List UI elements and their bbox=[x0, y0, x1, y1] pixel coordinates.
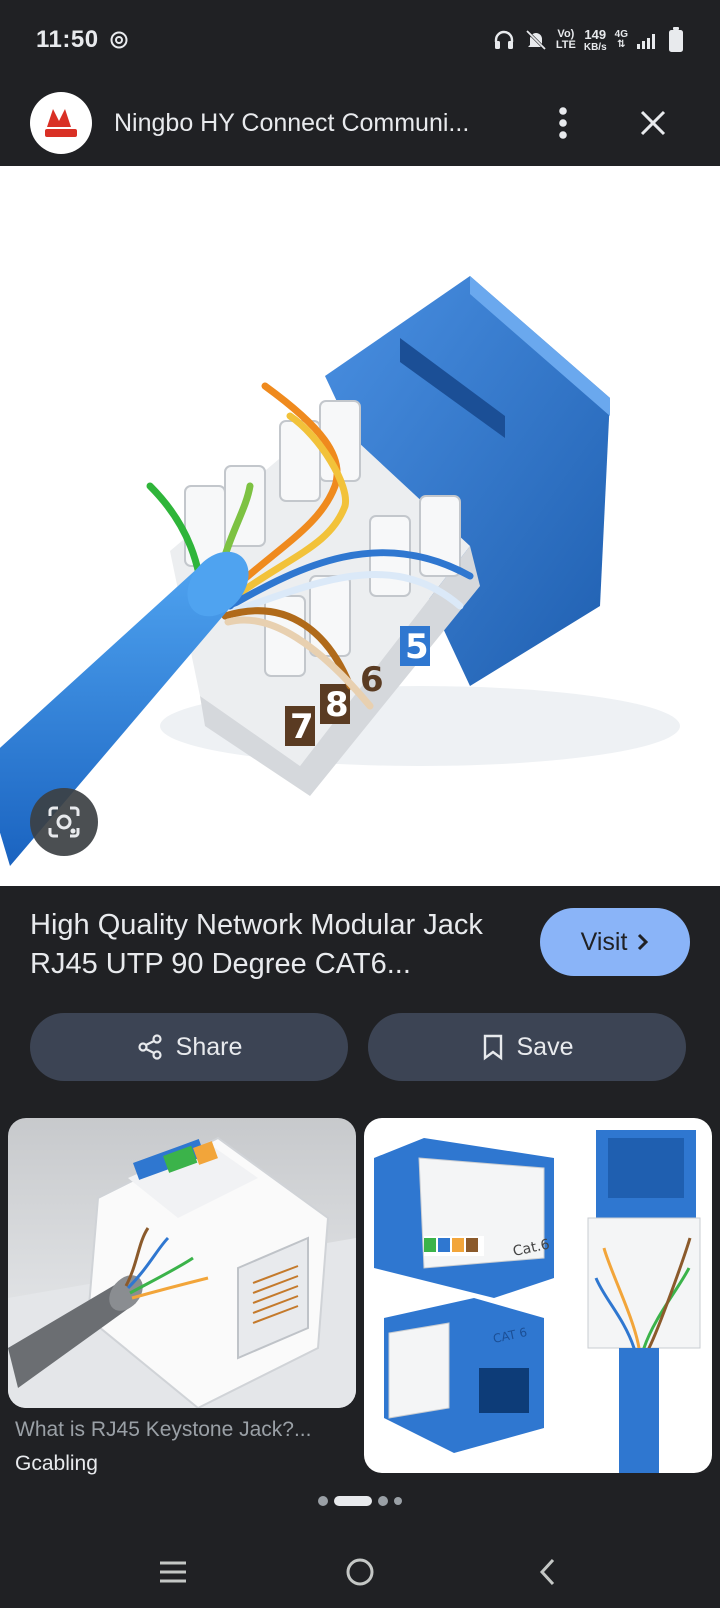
signal-icon bbox=[637, 34, 655, 49]
home-button[interactable] bbox=[330, 1542, 390, 1602]
volte-indicator: Vo) LTE bbox=[555, 28, 576, 51]
keystone-jack-illustration: 7 8 6 5 bbox=[0, 276, 680, 866]
network-type: 4G ⇅ bbox=[614, 29, 628, 50]
google-lens-button[interactable] bbox=[30, 788, 98, 856]
threads-icon bbox=[110, 31, 128, 49]
menu-icon bbox=[160, 1561, 187, 1582]
bookmark-icon bbox=[483, 1034, 502, 1061]
lens-icon bbox=[48, 806, 80, 838]
site-logo[interactable] bbox=[30, 92, 92, 154]
status-bar: 11:50 Vo) LTE 149 KB/s 4G ⇅ bbox=[0, 0, 720, 80]
pin-label: 8 bbox=[325, 685, 349, 725]
back-chevron-icon bbox=[539, 1558, 554, 1585]
chevron-right-icon bbox=[638, 933, 649, 951]
visit-label: Visit bbox=[580, 927, 628, 956]
clock: 11:50 bbox=[36, 26, 99, 53]
related-image-card[interactable] bbox=[8, 1118, 356, 1408]
system-nav-bar bbox=[0, 1535, 720, 1608]
site-header: Ningbo HY Connect Communi... bbox=[0, 80, 720, 166]
mute-icon bbox=[525, 29, 546, 51]
keystone-jack-thumbnail bbox=[8, 1136, 356, 1408]
visit-button[interactable]: Visit bbox=[540, 908, 690, 976]
related-caption[interactable]: What is RJ45 Keystone Jack?... bbox=[15, 1418, 350, 1442]
recents-button[interactable] bbox=[143, 1542, 203, 1602]
more-options-button[interactable] bbox=[538, 98, 588, 148]
keystone-jacks-thumbnail: Cat.6 CAT 6 bbox=[374, 1130, 701, 1473]
main-product-image[interactable]: 7 8 6 5 bbox=[0, 166, 720, 886]
save-label: Save bbox=[516, 1032, 574, 1061]
product-info: High Quality Network Modular Jack RJ45 U… bbox=[0, 886, 720, 1086]
more-vert-icon bbox=[559, 107, 567, 139]
share-label: Share bbox=[175, 1032, 243, 1061]
home-circle-icon bbox=[346, 1558, 374, 1585]
back-button[interactable] bbox=[517, 1542, 577, 1602]
related-source[interactable]: Gcabling bbox=[15, 1452, 98, 1476]
close-button[interactable] bbox=[628, 98, 678, 148]
share-icon bbox=[138, 1034, 162, 1060]
share-button[interactable]: Share bbox=[30, 1013, 348, 1081]
network-speed: 149 KB/s bbox=[583, 26, 607, 53]
pin-label: 5 bbox=[405, 627, 429, 667]
headphones-icon bbox=[494, 30, 514, 49]
product-title[interactable]: High Quality Network Modular Jack RJ45 U… bbox=[30, 906, 500, 984]
battery-icon bbox=[669, 27, 683, 52]
pin-label: 7 bbox=[290, 707, 314, 747]
site-title[interactable]: Ningbo HY Connect Communi... bbox=[114, 109, 514, 138]
save-button[interactable]: Save bbox=[368, 1013, 686, 1081]
carousel-dot bbox=[318, 1496, 328, 1506]
site-logo-icon bbox=[45, 109, 77, 137]
related-image-card[interactable]: Cat.6 CAT 6 bbox=[364, 1118, 712, 1473]
related-images: What is RJ45 Keystone Jack?... Gcabling … bbox=[0, 1118, 720, 1478]
carousel-dot bbox=[378, 1496, 388, 1506]
carousel-indicator bbox=[0, 1496, 720, 1506]
close-icon bbox=[640, 110, 666, 136]
carousel-dot-active bbox=[334, 1496, 372, 1506]
carousel-dot bbox=[394, 1497, 402, 1505]
